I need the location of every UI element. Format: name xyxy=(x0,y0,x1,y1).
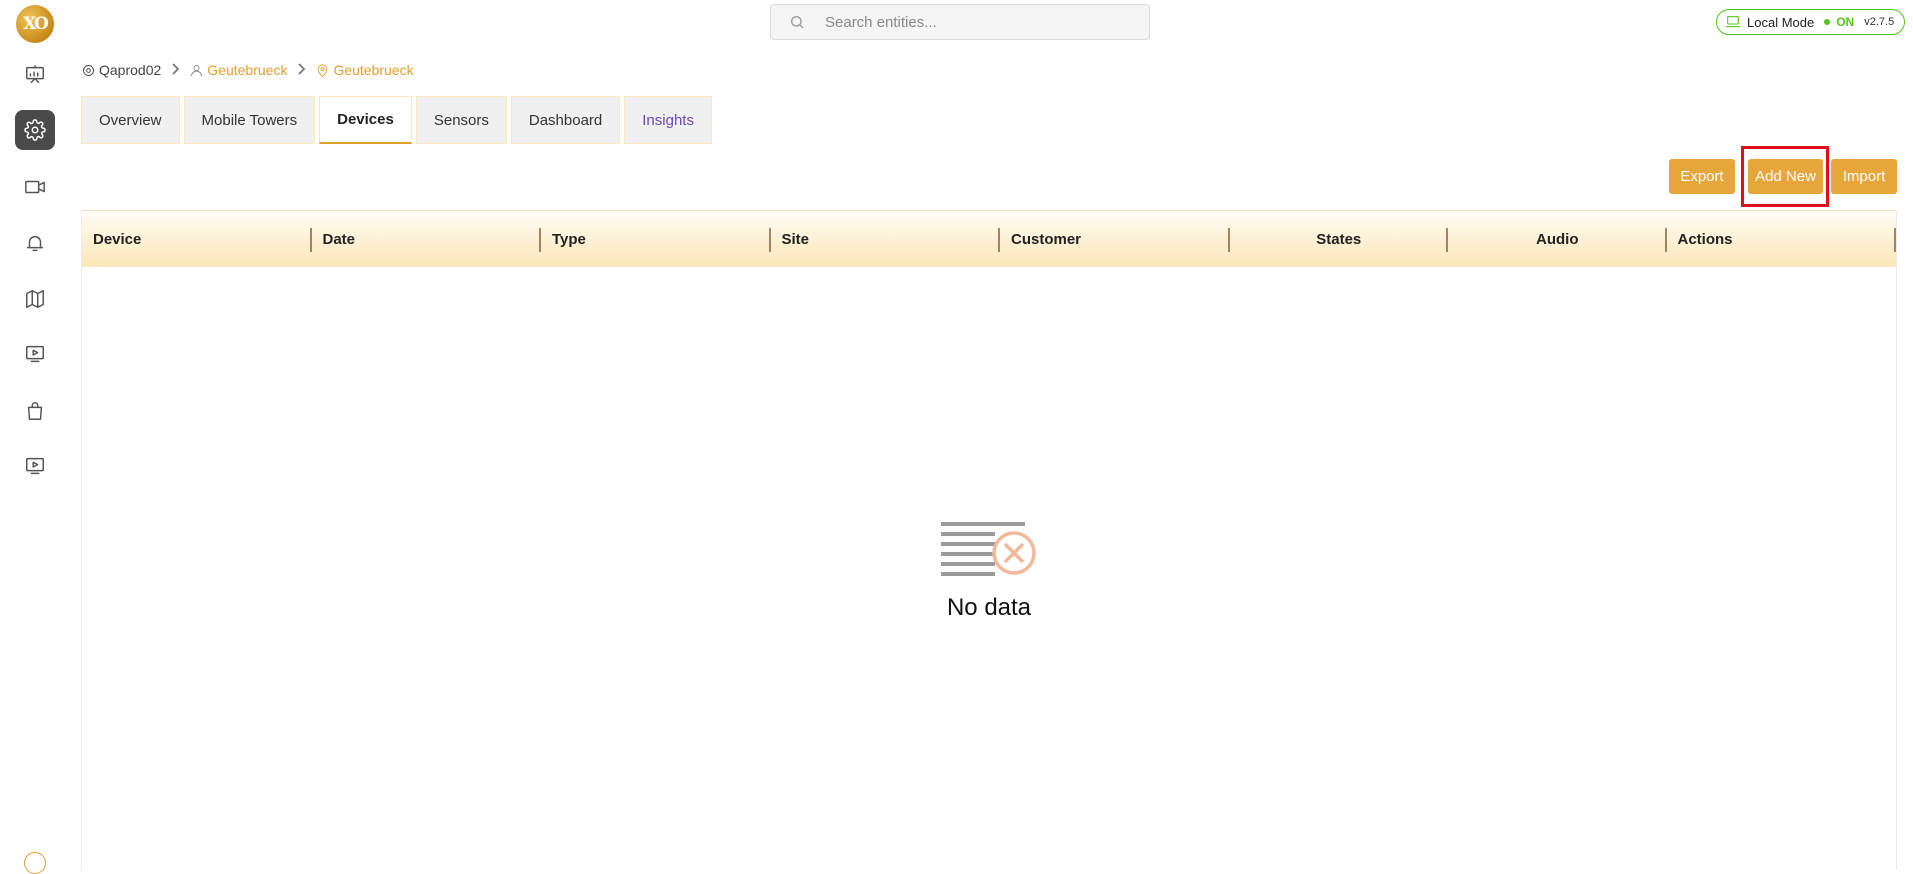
chevron-right-icon xyxy=(170,62,180,78)
tab-bar: Overview Mobile Towers Devices Sensors D… xyxy=(81,96,712,144)
app-logo[interactable]: XO xyxy=(16,5,54,43)
search-icon xyxy=(791,16,804,29)
sidebar-item-settings[interactable] xyxy=(15,110,55,150)
local-mode-badge[interactable]: Local Mode ON v2.7.5 xyxy=(1716,9,1905,35)
breadcrumb-item-tenant[interactable]: Qaprod02 xyxy=(81,62,161,78)
sidebar-item-playback[interactable] xyxy=(15,334,55,374)
user-icon xyxy=(191,64,203,76)
chevron-right-icon xyxy=(296,62,306,78)
gear-icon xyxy=(24,119,46,141)
column-header-audio[interactable]: Audio xyxy=(1448,211,1667,267)
map-icon xyxy=(26,290,44,308)
breadcrumb-item-site[interactable]: Geutebrueck xyxy=(315,62,414,78)
column-header-states[interactable]: States xyxy=(1230,211,1449,267)
column-header-site[interactable]: Site xyxy=(771,211,1001,267)
search-input[interactable] xyxy=(825,13,1125,31)
column-header-type[interactable]: Type xyxy=(541,211,771,267)
play-screen-icon xyxy=(26,345,44,363)
status-dot xyxy=(1824,19,1831,25)
bell-icon xyxy=(26,235,44,252)
empty-state-text: No data xyxy=(946,594,1032,621)
breadcrumb-label: Geutebrueck xyxy=(207,62,288,78)
location-pin-icon xyxy=(318,63,328,77)
help-icon[interactable] xyxy=(24,852,46,874)
table-header: Device Date Type Site Customer States Au… xyxy=(82,210,1896,267)
tab-sensors[interactable]: Sensors xyxy=(415,96,507,144)
sidebar-item-media[interactable] xyxy=(15,446,55,486)
no-data-icon xyxy=(941,522,1036,576)
tab-insights[interactable]: Insights xyxy=(624,96,712,144)
mode-status: ON xyxy=(1836,15,1855,29)
sidebar-item-dashboard[interactable] xyxy=(15,55,55,95)
sidebar-item-alerts[interactable] xyxy=(15,223,55,263)
breadcrumb-item-customer[interactable]: Geutebrueck xyxy=(189,62,287,78)
gear-icon xyxy=(83,64,94,76)
sidebar-item-shop[interactable] xyxy=(15,391,55,431)
mode-label: Local Mode xyxy=(1747,14,1815,30)
breadcrumb-label: Geutebrueck xyxy=(333,62,414,78)
devices-table: Device Date Type Site Customer States Au… xyxy=(81,210,1897,870)
sidebar-item-cameras[interactable] xyxy=(15,167,55,207)
sidebar: XO xyxy=(0,0,70,874)
column-header-device[interactable]: Device xyxy=(82,211,312,267)
presentation-chart-icon xyxy=(26,65,44,84)
sidebar-item-map[interactable] xyxy=(15,279,55,319)
breadcrumb: Qaprod02 Geutebrueck Geutebrueck xyxy=(81,62,414,78)
tab-overview[interactable]: Overview xyxy=(81,96,180,144)
play-screen-icon xyxy=(26,457,44,475)
export-button[interactable]: Export xyxy=(1669,159,1735,194)
empty-state: No data xyxy=(82,520,1896,622)
laptop-icon xyxy=(1725,16,1741,28)
breadcrumb-label: Qaprod02 xyxy=(99,62,162,78)
column-header-date[interactable]: Date xyxy=(312,211,542,267)
tab-dashboard[interactable]: Dashboard xyxy=(510,96,621,144)
tab-devices[interactable]: Devices xyxy=(319,96,412,144)
add-new-button[interactable]: Add New xyxy=(1748,159,1823,194)
import-button[interactable]: Import xyxy=(1831,159,1897,194)
column-header-customer[interactable]: Customer xyxy=(1000,211,1230,267)
app-version: v2.7.5 xyxy=(1864,16,1895,28)
shopping-bag-icon xyxy=(27,402,43,420)
video-camera-icon xyxy=(25,180,45,194)
search-bar[interactable] xyxy=(770,4,1150,40)
tab-mobile-towers[interactable]: Mobile Towers xyxy=(183,96,316,144)
column-header-actions: Actions xyxy=(1667,211,1897,267)
